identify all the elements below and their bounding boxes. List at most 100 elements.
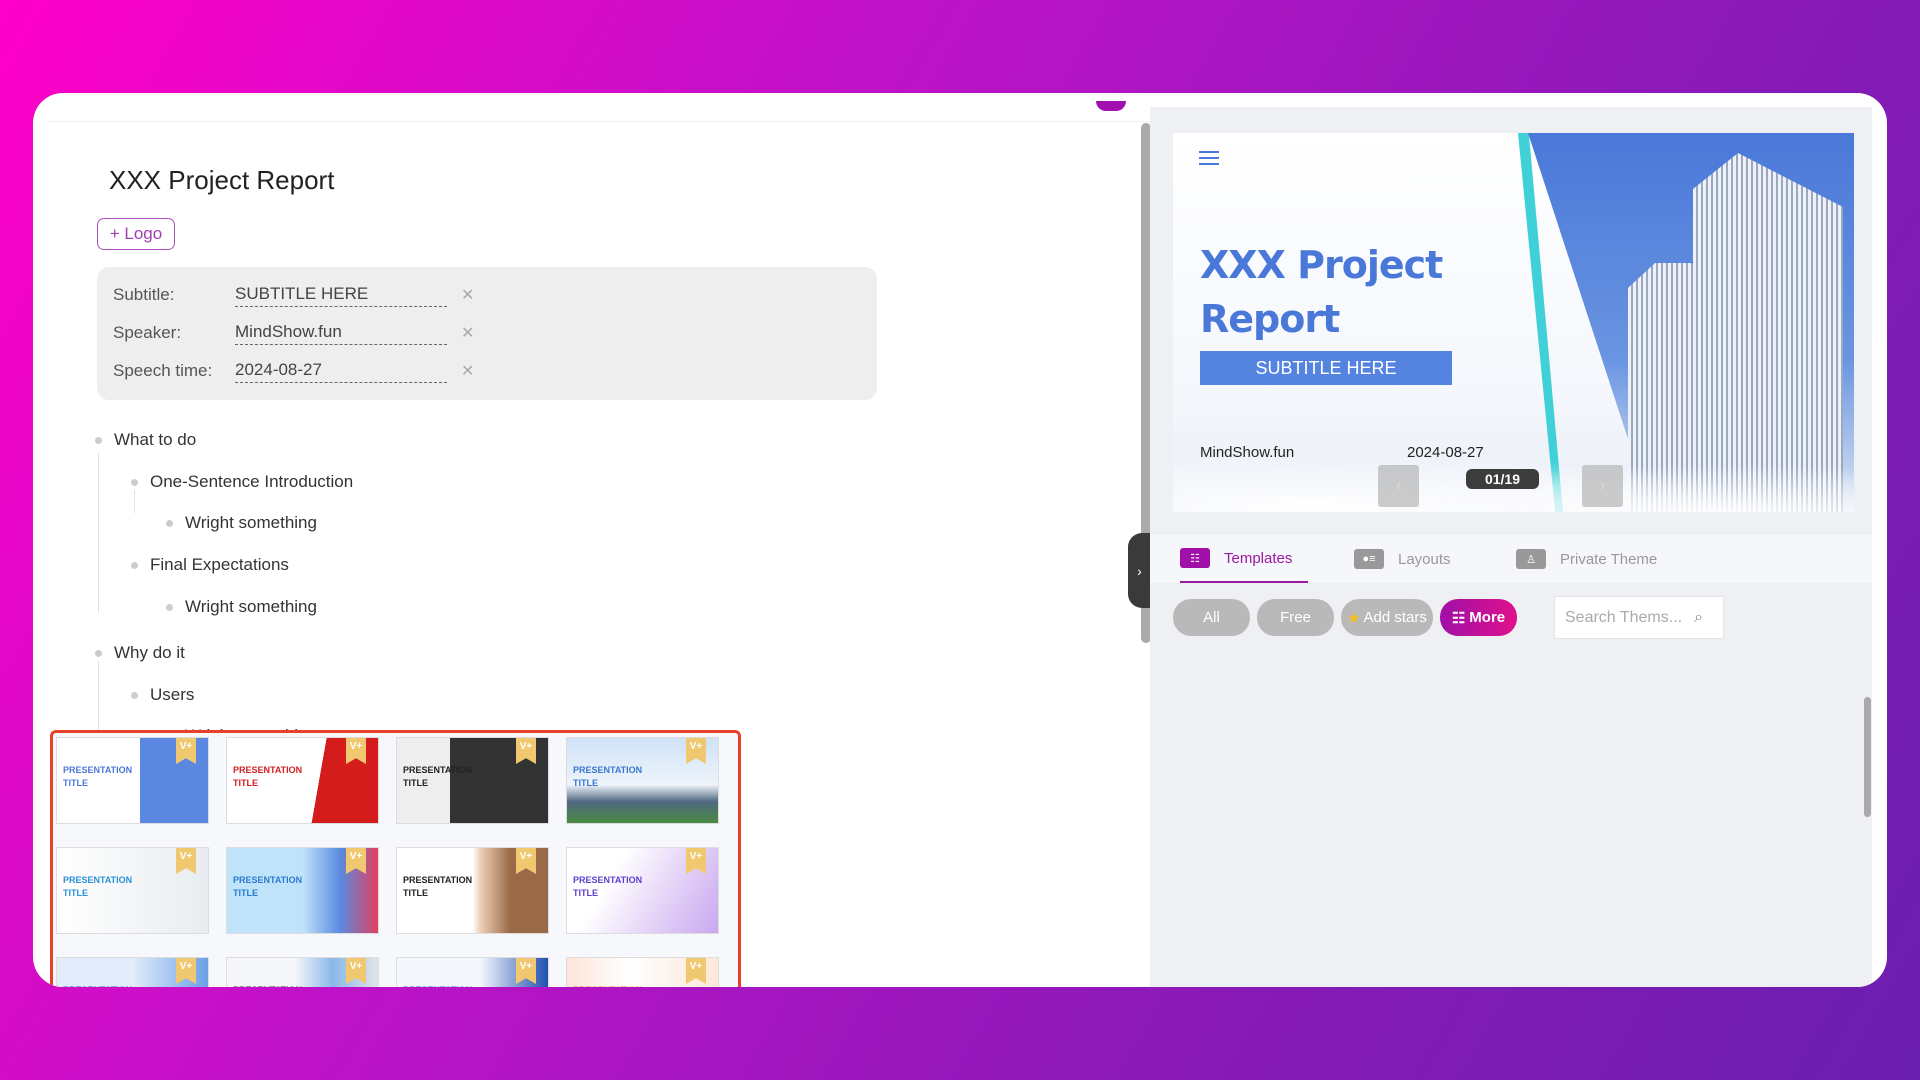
- vip-badge-icon: V+: [516, 848, 536, 874]
- template-title: PRESENTATION TITLE: [233, 765, 303, 788]
- indent-guide: [134, 490, 135, 513]
- tab-label: Layouts: [1398, 550, 1451, 568]
- vip-badge-icon: V+: [346, 958, 366, 984]
- add-stars-button[interactable]: ★ Add stars: [1341, 599, 1433, 636]
- more-label: More: [1469, 609, 1506, 626]
- template-title: PRESENTATION TITLE: [403, 984, 483, 987]
- field-label: Subtitle:: [113, 285, 175, 304]
- meta-field-row: Speech time: 2024-08-27 ✕: [113, 356, 474, 386]
- meta-field-row: Speaker: MindShow.fun ✕: [113, 318, 474, 348]
- metadata-panel: Subtitle: SUBTITLE HERE ✕ Speaker: MindShow.…: [97, 267, 877, 400]
- template-title: PRESENTATION TITLE: [63, 765, 133, 788]
- template-thumbnail[interactable]: PRESENTATION TITLE V+: [396, 737, 549, 824]
- template-title: PRESENTATION TITLE: [233, 875, 303, 898]
- filter-free[interactable]: Free: [1257, 599, 1334, 636]
- filter-all[interactable]: All: [1173, 599, 1250, 636]
- clear-icon[interactable]: ✕: [461, 323, 474, 343]
- outline-item[interactable]: Wright something: [166, 513, 317, 533]
- outline-item[interactable]: What to do: [95, 430, 196, 450]
- outline-item[interactable]: Final Expectations: [131, 555, 289, 575]
- slide-speaker: MindShow.fun: [1200, 444, 1295, 461]
- tab-layouts[interactable]: ●≡ Layouts: [1354, 535, 1451, 583]
- bullet-icon: [131, 691, 138, 699]
- template-scrollbar[interactable]: [1864, 697, 1871, 817]
- more-button[interactable]: ☷ More: [1440, 599, 1517, 636]
- template-thumbnail[interactable]: PRESENTATION TITLE V+: [396, 957, 549, 987]
- chevron-right-icon: ›: [1137, 562, 1142, 579]
- template-thumbnail[interactable]: PRESENTATION TITLE V+: [226, 847, 379, 934]
- template-title: PRESENTATION TITLE: [233, 984, 313, 987]
- next-slide-button[interactable]: ›: [1582, 465, 1623, 507]
- tab-label: Private Theme: [1560, 550, 1658, 568]
- menu-icon[interactable]: [1199, 151, 1219, 165]
- outline-text: Users: [150, 685, 195, 704]
- template-thumbnail[interactable]: PRESENTATION TITLE V+: [566, 847, 719, 934]
- field-input[interactable]: MindShow.fun: [235, 322, 447, 345]
- outline-item[interactable]: Why do it: [95, 643, 185, 663]
- slide-title: XXX Project Report: [1200, 243, 1443, 341]
- search-icon: ⌕: [1694, 608, 1704, 626]
- template-thumbnail[interactable]: PRESENTATION TITLE V+: [226, 957, 379, 987]
- layouts-icon: ●≡: [1354, 549, 1384, 569]
- template-title: PRESENTATION TITLE: [63, 984, 143, 987]
- outline-text: One-Sentence Introduction: [150, 472, 354, 491]
- add-stars-label: Add stars: [1363, 609, 1427, 626]
- vip-badge-icon: V+: [686, 848, 706, 874]
- vip-badge-icon: V+: [346, 738, 366, 764]
- template-thumbnail[interactable]: PRESENTATION TITLE V+: [56, 957, 209, 987]
- outline-text: Wright something: [185, 597, 317, 616]
- field-label: Speaker:: [113, 323, 182, 342]
- template-grid: PRESENTATION TITLE V+ PRESENTATION TITLE V+…: [50, 730, 741, 987]
- clear-icon[interactable]: ✕: [461, 285, 474, 305]
- template-thumbnail[interactable]: PRESENTATION TITLE V+: [56, 737, 209, 824]
- vip-badge-icon: V+: [176, 738, 196, 764]
- indent-guide: [98, 453, 99, 613]
- field-input[interactable]: SUBTITLE HERE: [235, 284, 447, 307]
- vip-badge-icon: V+: [176, 958, 196, 984]
- bullet-icon: [166, 603, 173, 611]
- field-input[interactable]: 2024-08-27: [235, 360, 447, 383]
- template-thumbnail[interactable]: PRESENTATION TITLE V+: [56, 847, 209, 934]
- app-window: XXX Project Report + Logo Subtitle: SUBTI…: [33, 93, 1887, 987]
- template-thumbnail[interactable]: PRESENTATION TITLE V+: [566, 957, 719, 987]
- chevron-left-icon: ‹: [1395, 477, 1402, 494]
- grid-icon: ☷: [1451, 609, 1466, 627]
- outline-item[interactable]: One-Sentence Introduction: [131, 472, 353, 492]
- outline-item[interactable]: Users: [131, 685, 194, 705]
- template-thumbnail[interactable]: PRESENTATION TITLE V+: [396, 847, 549, 934]
- app-logo: [1096, 101, 1126, 111]
- vip-badge-icon: V+: [346, 848, 366, 874]
- outline-text: What to do: [114, 430, 197, 449]
- meta-field-row: Subtitle: SUBTITLE HERE ✕: [113, 280, 474, 310]
- bullet-icon: [95, 649, 102, 657]
- tab-templates[interactable]: ☷ Templates: [1180, 535, 1309, 583]
- slide-date: 2024-08-27: [1407, 444, 1484, 461]
- template-title: PRESENTATION TITLE: [63, 875, 133, 898]
- divider: [48, 121, 1158, 122]
- outline-text: Wright something: [185, 513, 317, 532]
- template-title: PRESENTATION TITLE: [573, 984, 653, 987]
- template-thumbnail[interactable]: PRESENTATION TITLE V+: [226, 737, 379, 824]
- vip-badge-icon: V+: [686, 958, 706, 984]
- tab-private-theme[interactable]: ♙ Private Theme: [1516, 535, 1657, 583]
- document-title[interactable]: XXX Project Report: [109, 165, 334, 196]
- vip-badge-icon: V+: [516, 738, 536, 764]
- clear-icon[interactable]: ✕: [461, 361, 474, 381]
- field-label: Speech time:: [113, 361, 213, 380]
- add-logo-button[interactable]: + Logo: [97, 218, 175, 250]
- collapse-panel-button[interactable]: ›: [1128, 533, 1151, 608]
- theme-search-input[interactable]: Search Thems... ⌕: [1554, 596, 1724, 639]
- template-thumbnail[interactable]: PRESENTATION TITLE V+: [566, 737, 719, 824]
- star-icon: ★: [1347, 609, 1361, 627]
- outline-text: Why do it: [114, 643, 185, 662]
- prev-slide-button[interactable]: ‹: [1378, 465, 1419, 507]
- bullet-icon: [166, 519, 173, 527]
- vip-badge-icon: V+: [176, 848, 196, 874]
- bullet-icon: [131, 561, 138, 569]
- templates-icon: ☷: [1180, 548, 1210, 568]
- template-title: PRESENTATION TITLE: [403, 765, 473, 788]
- outline-item[interactable]: Wright something: [166, 597, 317, 617]
- vip-badge-icon: V+: [686, 738, 706, 764]
- template-title: PRESENTATION TITLE: [403, 875, 473, 898]
- private-theme-icon: ♙: [1516, 549, 1546, 569]
